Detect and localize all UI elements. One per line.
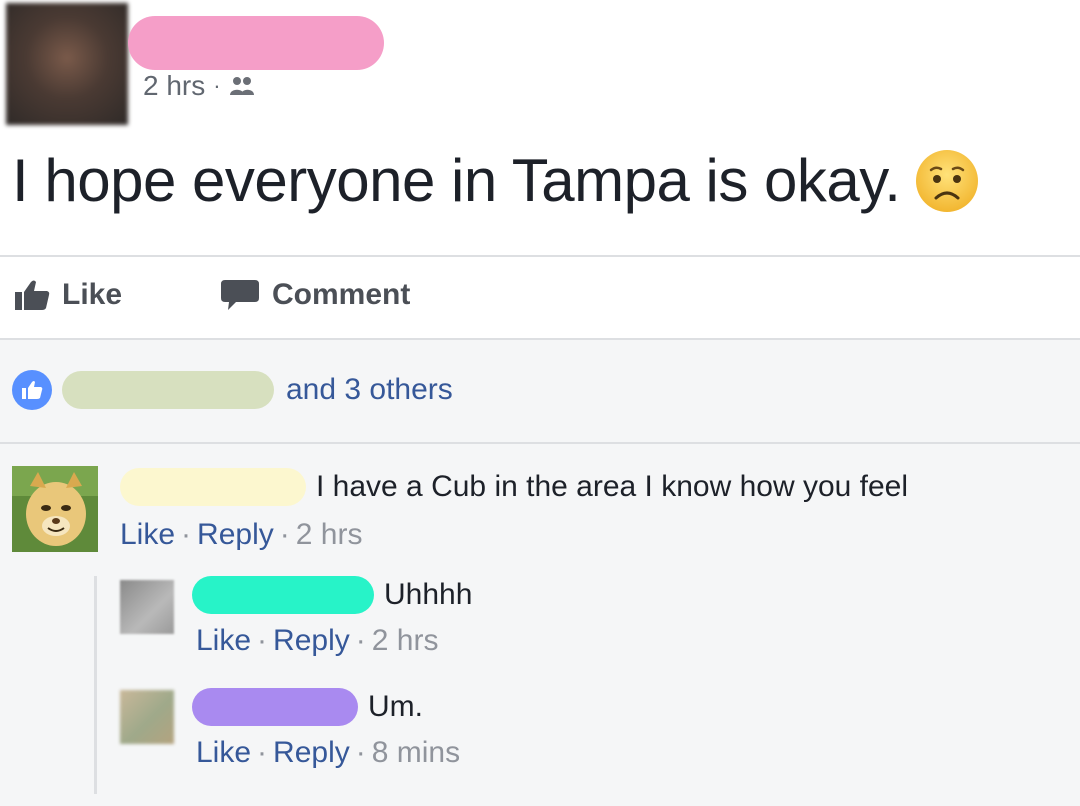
reply-1-actions: Like · Reply · 2 hrs — [196, 624, 439, 657]
commenter-1-name-redaction[interactable] — [120, 468, 306, 506]
reply-2-line: Um. — [192, 688, 423, 726]
comment-1-text: I have a Cub in the area I know how you … — [316, 470, 909, 503]
post-time[interactable]: 2 hrs — [143, 70, 205, 102]
reply-2-actions: Like · Reply · 8 mins — [196, 736, 461, 769]
comment-button-label: Comment — [272, 278, 411, 311]
reply-2: Um. Like · Reply · 8 mins — [0, 684, 1080, 794]
author-name-redaction — [128, 16, 384, 70]
reply-1-text: Uhhhh — [384, 578, 473, 611]
comment-button[interactable]: Comment — [220, 278, 410, 312]
reply-2-reply-link[interactable]: Reply — [273, 736, 350, 769]
post-body: I hope everyone in Tampa is okay. — [12, 147, 901, 214]
comment-1: I have a Cub in the area I know how you … — [0, 460, 1080, 570]
like-badge-icon — [12, 370, 52, 410]
comment-1-line: I have a Cub in the area I know how you … — [120, 468, 908, 506]
thumbs-up-icon — [15, 280, 50, 310]
comment-1-like-link[interactable]: Like — [120, 518, 175, 551]
post-actions: Like Comment — [0, 258, 1080, 338]
reply-1: Uhhhh Like · Reply · 2 hrs — [0, 572, 1080, 682]
likers-name-redaction — [62, 371, 274, 409]
reply-1-time[interactable]: 2 hrs — [372, 624, 439, 657]
divider-likes — [0, 442, 1080, 444]
like-button[interactable]: Like — [14, 278, 122, 312]
comment-bubble-icon — [221, 280, 259, 310]
comment-1-time[interactable]: 2 hrs — [296, 518, 363, 551]
replier-2-name-redaction[interactable] — [192, 688, 358, 726]
worried-face-icon — [916, 149, 979, 212]
likes-others-link[interactable]: and 3 others — [286, 373, 453, 407]
meta-separator: · — [213, 73, 221, 98]
reply-1-line: Uhhhh — [192, 576, 472, 614]
reply-1-reply-link[interactable]: Reply — [273, 624, 350, 657]
author-avatar[interactable] — [6, 3, 128, 125]
replier-2-avatar[interactable] — [120, 690, 174, 744]
divider-top — [0, 255, 1080, 257]
post-text: I hope everyone in Tampa is okay. — [12, 146, 980, 215]
replier-1-name-redaction[interactable] — [192, 576, 374, 614]
reply-2-text: Um. — [368, 690, 423, 723]
comment-1-actions: Like · Reply · 2 hrs — [120, 518, 363, 551]
commenter-1-avatar[interactable] — [12, 466, 98, 552]
reply-1-like-link[interactable]: Like — [196, 624, 251, 657]
comment-1-reply-link[interactable]: Reply — [197, 518, 274, 551]
friends-audience-icon[interactable] — [229, 75, 255, 97]
reply-2-like-link[interactable]: Like — [196, 736, 251, 769]
post-header: 2 hrs · — [0, 0, 1080, 140]
like-button-label: Like — [62, 278, 123, 311]
likes-summary[interactable]: and 3 others — [12, 370, 453, 410]
replier-1-avatar[interactable] — [120, 580, 174, 634]
reply-2-time[interactable]: 8 mins — [372, 736, 460, 769]
post-meta: 2 hrs · — [143, 70, 255, 102]
